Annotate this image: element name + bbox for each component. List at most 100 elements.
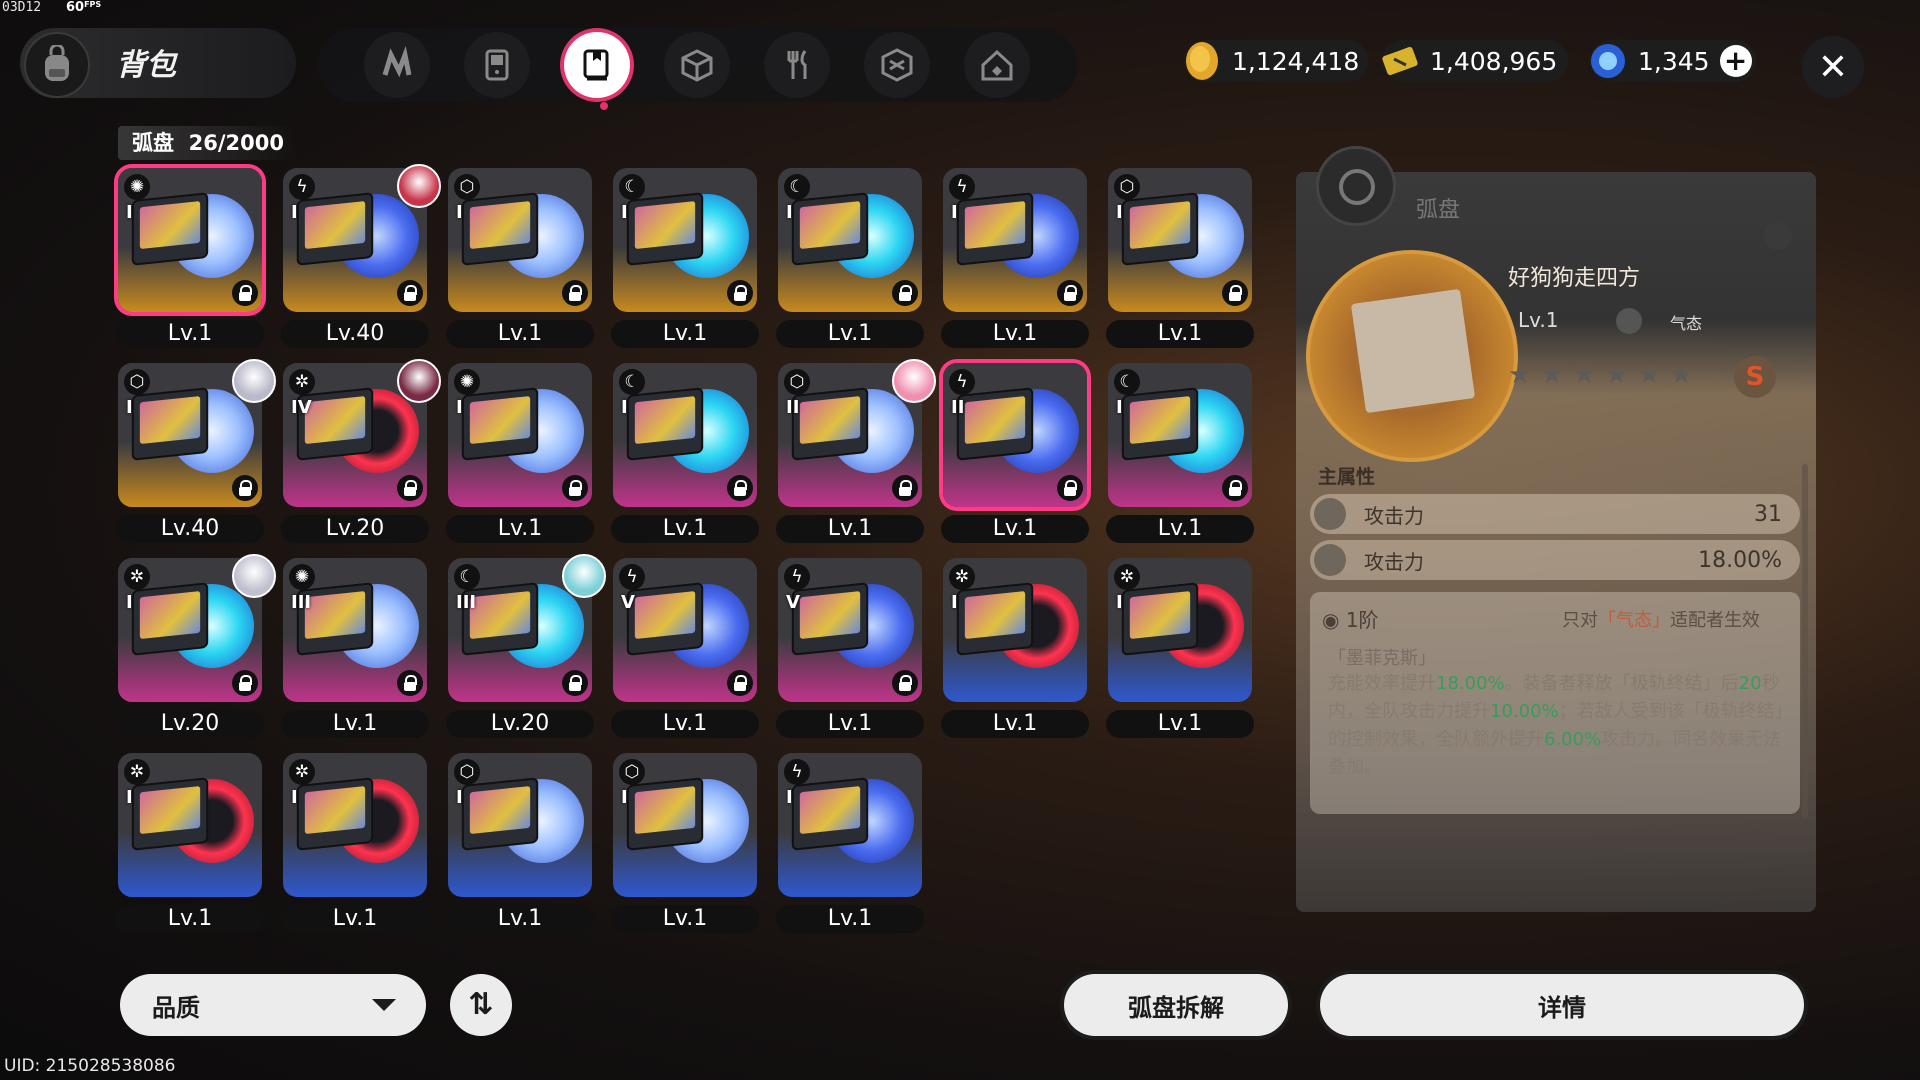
slot-numeral: I (126, 202, 133, 223)
disc-stars: ★★★★★★ (1508, 360, 1702, 390)
tab-box[interactable] (664, 32, 730, 98)
dismantle-button[interactable]: 弧盘拆解 (1064, 974, 1288, 1036)
slot-numeral: I (456, 202, 463, 223)
add-crystal-button[interactable]: + (1719, 45, 1752, 77)
prop-value: 18.00% (1698, 547, 1782, 573)
disc-card[interactable]: ☾ I (613, 363, 765, 515)
disc-card[interactable]: ✲ I (1108, 558, 1260, 710)
tab-home[interactable] (964, 32, 1030, 98)
details-button[interactable]: 详情 (1320, 974, 1804, 1036)
gear-attribute-icon: ✲ (289, 759, 315, 785)
detail-scrollbar[interactable] (1802, 464, 1808, 818)
disc-sleeve (626, 387, 704, 461)
sort-dropdown[interactable]: 品质 (120, 974, 426, 1036)
sleeve-art (964, 201, 1026, 250)
disc-card[interactable]: ☾ I (778, 168, 930, 320)
close-button[interactable]: ✕ (1802, 36, 1864, 98)
disc-card[interactable]: ϟI (283, 164, 441, 320)
slot-numeral: I (456, 787, 463, 808)
disc-card[interactable]: ☾ I (613, 168, 765, 320)
disc-count-title: 弧盘 (132, 131, 174, 155)
detail-disc-art (1306, 250, 1518, 462)
bolt-attribute-icon: ϟ (949, 369, 975, 395)
disc-sleeve (1121, 582, 1199, 656)
tab-material[interactable] (864, 32, 930, 98)
disc-card[interactable]: ϟV (778, 558, 930, 710)
disc-card[interactable]: ϟI (943, 168, 1095, 320)
disc-card[interactable]: ☾ I (1108, 363, 1260, 515)
tab-food[interactable] (764, 32, 830, 98)
tier-note: 只对「气态」适配者生效 (1562, 606, 1760, 632)
disc-card[interactable]: ✺ I (448, 363, 600, 515)
sleeve-art (139, 591, 201, 640)
lock-icon (1222, 475, 1248, 501)
tab-disc[interactable] (564, 32, 630, 98)
slot-numeral: IV (291, 397, 312, 418)
disc-level-label: Lv.1 (611, 905, 759, 933)
lock-icon (1222, 280, 1248, 306)
sleeve-art (634, 396, 696, 445)
effect-value: 18.00% (1436, 673, 1505, 694)
disc-card[interactable]: ☾ III (448, 554, 606, 710)
cube-attribute-icon: ⬡ (454, 174, 480, 200)
disc-card[interactable]: ✺ I (118, 168, 270, 320)
sleeve-art (469, 591, 531, 640)
lock-icon (397, 670, 423, 696)
tab-drive[interactable] (364, 32, 430, 98)
moon-attribute-icon: ☾ (454, 564, 480, 590)
disc-card[interactable]: ✲ I (943, 558, 1095, 710)
disc-level-label: Lv.1 (776, 905, 924, 933)
lock-icon (397, 475, 423, 501)
disc-card[interactable]: ⬡ I (448, 753, 600, 905)
disc-card[interactable]: ✲ I (118, 753, 270, 905)
disc-sleeve (791, 387, 869, 461)
slot-numeral: I (786, 787, 793, 808)
lock-icon (727, 280, 753, 306)
tab-console[interactable] (464, 32, 530, 98)
disc-card[interactable]: ✲ I (283, 753, 435, 905)
sleeve-art (964, 591, 1026, 640)
disc-type-icon (1316, 146, 1396, 226)
disc-card[interactable]: ⬡ I (613, 753, 765, 905)
disc-card[interactable]: ✲ I (118, 554, 276, 710)
bolt-attribute-icon: ϟ (289, 174, 315, 200)
fps-value: 60 (66, 0, 85, 15)
moon-attribute-icon: ☾ (784, 174, 810, 200)
disc-card[interactable]: ϟI (778, 753, 930, 905)
lock-icon (727, 670, 753, 696)
sleeve-art (139, 396, 201, 445)
disc-level-label: Lv.1 (776, 320, 924, 348)
fps-unit: FPS (84, 0, 102, 9)
lock-icon (562, 670, 588, 696)
lock-icon (562, 475, 588, 501)
disc-sleeve (791, 192, 869, 266)
ticket-icon (1382, 46, 1418, 76)
disc-card[interactable]: ⬡ I (118, 359, 276, 515)
lock-icon (397, 280, 423, 306)
material-tab-icon (881, 48, 913, 82)
sort-order-button[interactable]: ⇅ (450, 974, 512, 1036)
disc-card[interactable]: ✺ III (283, 558, 435, 710)
disc-sleeve (1121, 192, 1199, 266)
slot-numeral: I (126, 787, 133, 808)
main-attr-title: 主属性 (1318, 466, 1376, 488)
disc-card[interactable]: ✲ IV (283, 359, 441, 515)
gear-attribute-icon: ✲ (949, 564, 975, 590)
equipped-avatar (397, 359, 441, 403)
disc-card[interactable]: ⬡ I (1108, 168, 1260, 320)
disc-sleeve (461, 777, 539, 851)
tier-note-attr: 「气态」 (1598, 610, 1670, 631)
bolt-attribute-icon: ϟ (949, 174, 975, 200)
detail-lock-toggle[interactable] (1764, 222, 1792, 250)
disc-card[interactable]: ⬡ I (448, 168, 600, 320)
sort-order-icon: ⇅ (468, 987, 494, 1022)
detail-type-label: 弧盘 (1416, 198, 1461, 223)
disc-sleeve (956, 582, 1034, 656)
disc-card[interactable]: ⬡ II (778, 359, 936, 515)
sleeve-art (1129, 591, 1191, 640)
disc-card[interactable]: ϟ II (943, 363, 1095, 515)
disc-sleeve (626, 192, 704, 266)
disc-sleeve (461, 387, 539, 461)
disc-level-label: Lv.1 (611, 515, 759, 543)
disc-card[interactable]: ϟV (613, 558, 765, 710)
